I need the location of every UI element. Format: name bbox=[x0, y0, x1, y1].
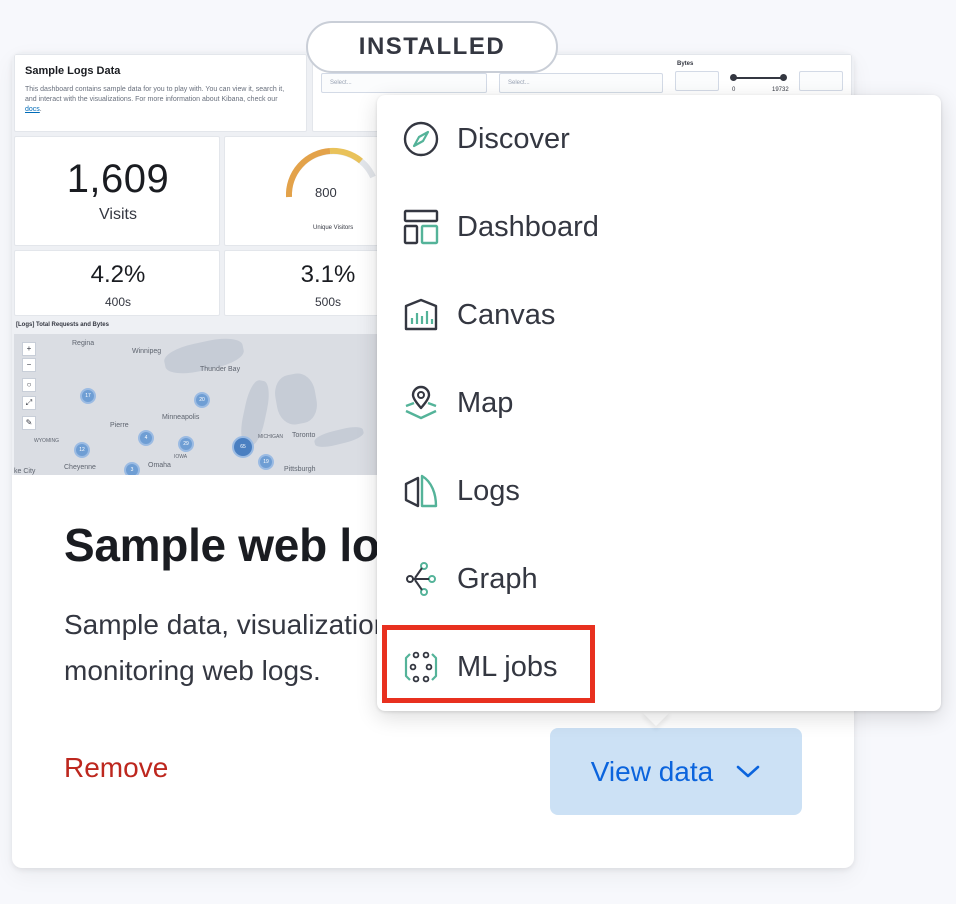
map-city-label: WYOMING bbox=[34, 438, 59, 444]
map-cluster-marker: 19 bbox=[258, 454, 274, 470]
preview-gauge-value: 800 bbox=[315, 185, 337, 200]
map-cluster-marker: 4 bbox=[138, 430, 154, 446]
preview-gauge-panel: 800 Unique Visitors bbox=[224, 136, 384, 246]
menu-item-label: Discover bbox=[457, 122, 570, 155]
preview-select-2: Select... bbox=[499, 73, 663, 93]
preview-400s-label: 400s bbox=[104, 295, 132, 309]
map-draw-icon: ✎ bbox=[22, 416, 36, 430]
menu-item-map[interactable]: Map bbox=[377, 359, 941, 447]
map-city-label: Cheyenne bbox=[64, 464, 96, 471]
compass-icon bbox=[401, 119, 441, 159]
map-city-label: Toronto bbox=[292, 432, 316, 439]
preview-bytes-max bbox=[799, 71, 843, 91]
remove-button[interactable]: Remove bbox=[64, 752, 168, 784]
map-locate-icon: ○ bbox=[22, 378, 36, 392]
preview-range-min: 0 bbox=[732, 87, 736, 93]
map-cluster-marker: 65 bbox=[232, 436, 254, 458]
logs-icon bbox=[401, 471, 441, 511]
menu-item-discover[interactable]: Discover bbox=[377, 95, 941, 183]
map-cluster-marker: 29 bbox=[178, 436, 194, 452]
lake-huron bbox=[271, 370, 321, 428]
map-city-label: Pittsburgh bbox=[284, 466, 316, 473]
preview-visits-value: 1,609 bbox=[66, 157, 170, 201]
map-zoom-out-icon: − bbox=[22, 358, 36, 372]
map-city-label: Winnipeg bbox=[132, 348, 162, 355]
map-icon bbox=[401, 383, 441, 423]
preview-bytes-label: Bytes bbox=[677, 61, 694, 67]
lake-erie bbox=[313, 424, 365, 450]
preview-select-1: Select... bbox=[321, 73, 487, 93]
preview-400s-panel: 4.2% 400s bbox=[14, 250, 220, 316]
preview-400s-value: 4.2% bbox=[90, 261, 146, 288]
preview-desc-text: This dashboard contains sample data for … bbox=[25, 86, 285, 113]
preview-description-panel: Sample Logs Data This dashboard contains… bbox=[14, 54, 307, 132]
preview-range-max: 19732 bbox=[772, 87, 789, 93]
preview-range-handle-min bbox=[730, 74, 737, 81]
canvas-icon bbox=[401, 295, 441, 335]
map-city-label: Omaha bbox=[148, 462, 171, 469]
map-city-label: Regina bbox=[72, 340, 95, 347]
preview-range-handle-max bbox=[780, 74, 787, 81]
menu-item-label: Map bbox=[457, 386, 514, 419]
view-data-menu: Discover Dashboard Canvas Map Logs Graph… bbox=[377, 95, 941, 711]
preview-visits-label: Visits bbox=[99, 206, 137, 223]
menu-item-dashboard[interactable]: Dashboard bbox=[377, 183, 941, 271]
preview-map-title: [Logs] Total Requests and Bytes bbox=[16, 322, 109, 328]
menu-item-label: Dashboard bbox=[457, 210, 599, 243]
map-city-label: MICHIGAN bbox=[258, 434, 283, 440]
menu-item-graph[interactable]: Graph bbox=[377, 535, 941, 623]
menu-item-logs[interactable]: Logs bbox=[377, 447, 941, 535]
view-data-label: View data bbox=[590, 755, 714, 787]
map-city-label: Thunder Bay bbox=[200, 366, 241, 373]
graph-icon bbox=[401, 559, 441, 599]
preview-desc-title: Sample Logs Data bbox=[25, 65, 121, 77]
map-city-label: IOWA bbox=[174, 454, 188, 460]
preview-range-track bbox=[733, 77, 785, 79]
preview-gauge-chart bbox=[285, 147, 376, 198]
map-city-label: ke City bbox=[14, 468, 36, 475]
map-cluster-marker: 3 bbox=[124, 462, 140, 475]
ml-jobs-highlight-box bbox=[382, 625, 595, 703]
map-cluster-marker: 17 bbox=[80, 388, 96, 404]
chevron-down-icon bbox=[736, 765, 760, 777]
menu-item-label: Logs bbox=[457, 474, 520, 507]
map-city-label: Minneapolis bbox=[162, 414, 200, 421]
preview-gauge-label: Unique Visitors bbox=[313, 225, 354, 231]
menu-item-canvas[interactable]: Canvas bbox=[377, 271, 941, 359]
map-expand-icon: ⤢ bbox=[22, 396, 36, 410]
map-city-label: Pierre bbox=[110, 422, 129, 429]
preview-visits-panel: 1,609 Visits bbox=[14, 136, 220, 246]
preview-bytes-min bbox=[675, 71, 719, 91]
installed-badge: INSTALLED bbox=[306, 21, 558, 73]
menu-item-label: Graph bbox=[457, 562, 538, 595]
view-data-button[interactable]: View data bbox=[550, 728, 802, 815]
menu-item-label: Canvas bbox=[457, 298, 556, 331]
map-cluster-marker: 20 bbox=[194, 392, 210, 408]
map-zoom-in-icon: + bbox=[22, 342, 36, 356]
map-cluster-marker: 12 bbox=[74, 442, 90, 458]
dashboard-icon bbox=[401, 207, 441, 247]
